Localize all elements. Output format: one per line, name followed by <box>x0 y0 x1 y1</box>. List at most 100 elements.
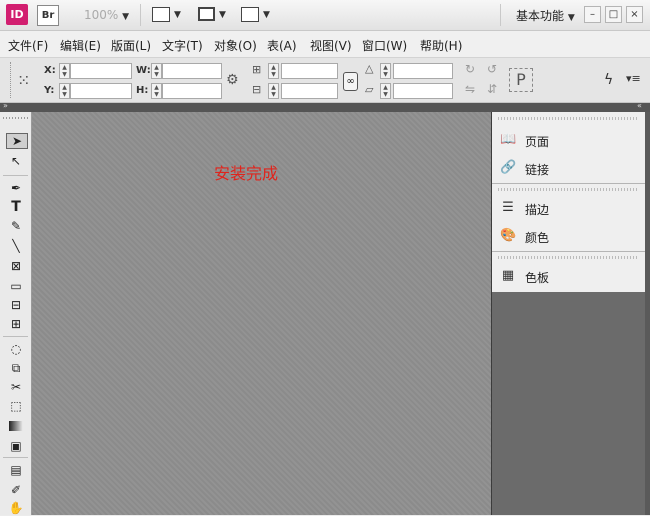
minimize-button[interactable]: – <box>584 6 601 23</box>
workspace-switcher[interactable]: 基本功能 ▼ <box>516 7 575 24</box>
shear-field[interactable] <box>393 83 453 99</box>
title-bar: ID Br 100% ▼ ▼ ▼ ▼ 基本功能 ▼ – □ × <box>0 0 650 31</box>
free-transform-tool-icon[interactable]: ⬚ <box>6 398 26 414</box>
pencil-tool-icon[interactable]: ✎ <box>6 218 26 234</box>
menu-object[interactable]: 对象(O) <box>214 37 257 54</box>
menu-window[interactable]: 窗口(W) <box>362 37 407 54</box>
scale-x-stepper[interactable]: ▲ ▼ <box>268 63 279 79</box>
panel-grip[interactable] <box>4 62 11 98</box>
y-field[interactable] <box>70 83 132 99</box>
divider <box>3 336 28 337</box>
h-field[interactable] <box>162 83 222 99</box>
line-tool-icon[interactable]: ╲ <box>6 238 26 254</box>
gradient-tool-icon[interactable] <box>9 421 23 431</box>
rotate-cw-icon[interactable]: ↻ <box>465 62 475 76</box>
zoom-value: 100% <box>84 8 119 22</box>
chevron-down-icon: ▼ <box>567 13 575 23</box>
reference-point-icon[interactable]: ⁙ <box>17 71 30 90</box>
control-panel: ⁙ X: ▲ ▼ Y: ▲ ▼ W: ▲ ▼ H: ▲ ▼ ⚙ ⊞ ▲ ▼ ⊟ ▲ ▼ ∞ … <box>0 58 650 103</box>
note-tool-icon[interactable]: ▤ <box>6 462 26 478</box>
bridge-button[interactable]: Br <box>37 5 59 26</box>
chevron-down-icon[interactable]: ▼ <box>219 10 226 20</box>
divider <box>3 175 28 176</box>
scale-x-field[interactable] <box>281 63 338 79</box>
panel-grip[interactable] <box>498 188 639 191</box>
menu-edit[interactable]: 编辑(E) <box>60 37 101 54</box>
collapse-icon[interactable]: « <box>637 101 642 110</box>
scale-y-stepper[interactable]: ▲ ▼ <box>268 83 279 99</box>
workspace-label: 基本功能 <box>516 9 565 23</box>
panel-item-swatches[interactable]: ▦ 色板 <box>500 266 640 286</box>
panel-menu-icon[interactable]: ▾≡ <box>626 72 641 85</box>
rotate-stepper[interactable]: ▲ ▼ <box>380 63 391 79</box>
link-icon[interactable]: ∞ <box>343 72 358 91</box>
table-tool-icon[interactable]: ⊞ <box>6 316 26 332</box>
panel-item-links[interactable]: 🔗 链接 <box>500 158 640 178</box>
selection-tool-icon[interactable]: ➤ <box>6 133 28 149</box>
rotate-tool-icon[interactable]: ◌ <box>6 341 26 357</box>
expand-icon[interactable]: » <box>3 101 8 110</box>
menu-view[interactable]: 视图(V) <box>310 37 352 54</box>
y-label: Y: <box>44 85 55 96</box>
chevron-down-icon[interactable]: ▼ <box>174 10 181 20</box>
flip-horizontal-icon[interactable]: ⇋ <box>465 82 475 96</box>
panel-grip[interactable] <box>3 117 28 119</box>
panel-item-color[interactable]: 🎨 颜色 <box>500 226 640 246</box>
restore-button[interactable]: □ <box>605 6 622 23</box>
scale-x-icon: ⊞ <box>252 63 262 76</box>
rotate-field[interactable] <box>393 63 453 79</box>
y-stepper[interactable]: ▲ ▼ <box>59 83 70 99</box>
panel-grip[interactable] <box>498 256 639 259</box>
shear-stepper[interactable]: ▲ ▼ <box>380 83 391 99</box>
w-stepper[interactable]: ▲ ▼ <box>151 63 162 79</box>
x-field[interactable] <box>70 63 132 79</box>
w-field[interactable] <box>162 63 222 79</box>
eyedropper-tool-icon[interactable]: ✐ <box>6 482 26 498</box>
rectangle-tool-icon[interactable]: ▭ <box>6 278 26 294</box>
divider <box>492 183 645 184</box>
constrain-proportions-icon[interactable]: ⚙ <box>226 72 239 88</box>
panel-item-stroke[interactable]: ☰ 描边 <box>500 198 640 218</box>
install-complete-message: 安装完成 <box>214 164 279 183</box>
h-stepper[interactable]: ▲ ▼ <box>151 83 162 99</box>
scale-tool-icon[interactable]: ⧉ <box>6 360 26 376</box>
hand-tool-icon[interactable]: ✋ <box>6 500 26 516</box>
menu-type[interactable]: 文字(T) <box>162 37 203 54</box>
panel-item-label: 链接 <box>525 163 550 177</box>
zoom-level[interactable]: 100% ▼ <box>84 8 129 22</box>
pen-tool-icon[interactable]: ✒ <box>6 180 26 196</box>
chevron-down-icon[interactable]: ▼ <box>263 10 270 20</box>
screen-mode-icon[interactable] <box>198 7 215 21</box>
x-stepper[interactable]: ▲ ▼ <box>59 63 70 79</box>
direct-selection-tool-icon[interactable]: ↖ <box>6 153 26 169</box>
scale-y-field[interactable] <box>281 83 338 99</box>
arrange-documents-icon[interactable] <box>241 7 259 22</box>
dock-scrollbar[interactable] <box>645 112 650 515</box>
panel-item-pages[interactable]: 📖 页面 <box>500 130 640 150</box>
swatches-icon: ▦ <box>501 268 515 283</box>
panel-item-label: 色板 <box>525 271 550 285</box>
flip-vertical-icon[interactable]: ⇵ <box>487 82 497 96</box>
color-icon: 🎨 <box>500 228 517 243</box>
panel-grip[interactable] <box>498 117 639 120</box>
gap-tool-icon[interactable]: ⊟ <box>6 297 26 313</box>
links-icon: 🔗 <box>500 160 517 175</box>
scissors-tool-icon[interactable]: ✂ <box>6 379 26 395</box>
gradient-feather-tool-icon[interactable]: ▣ <box>6 438 26 454</box>
w-label: W: <box>136 65 151 76</box>
menu-table[interactable]: 表(A) <box>267 37 297 54</box>
close-button[interactable]: × <box>626 6 643 23</box>
view-options-icon[interactable] <box>152 7 170 22</box>
divider <box>140 4 141 26</box>
type-tool-icon[interactable]: T <box>6 199 26 215</box>
scale-y-icon: ⊟ <box>252 83 262 96</box>
menu-help[interactable]: 帮助(H) <box>420 37 462 54</box>
menu-file[interactable]: 文件(F) <box>8 37 48 54</box>
rectangle-frame-tool-icon[interactable]: ⊠ <box>6 258 26 274</box>
quick-apply-icon[interactable]: ϟ <box>604 72 613 88</box>
divider <box>3 457 28 458</box>
menu-layout[interactable]: 版面(L) <box>111 37 151 54</box>
panel-header-strip: » « <box>0 101 650 112</box>
rotate-ccw-icon[interactable]: ↺ <box>487 62 497 76</box>
chevron-down-icon: ▼ <box>122 12 130 22</box>
